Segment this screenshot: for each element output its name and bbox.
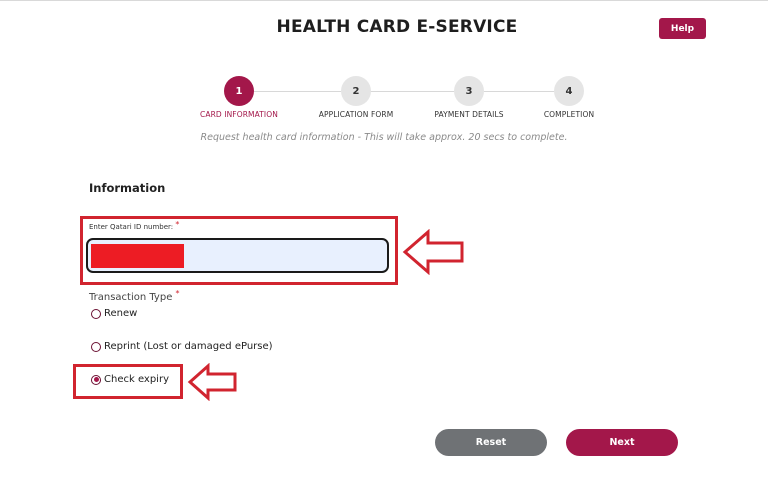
reset-button[interactable]: Reset: [435, 429, 547, 456]
step-3-circle: 3: [454, 76, 484, 106]
next-button[interactable]: Next: [566, 429, 678, 456]
radio-circle[interactable]: [91, 308, 101, 319]
step-1-circle: 1: [224, 76, 254, 106]
transaction-type-label: Transaction Type *: [89, 289, 180, 303]
step-2-label: APPLICATION FORM: [318, 110, 394, 119]
step-3-label: PAYMENT DETAILS: [434, 110, 504, 119]
step-connector: [484, 91, 554, 92]
radio-renew[interactable]: Renew: [91, 308, 137, 319]
radio-circle[interactable]: [91, 341, 101, 352]
page-title: HEALTH CARD E-SERVICE: [276, 17, 518, 37]
radio-label: Reprint (Lost or damaged ePurse): [104, 341, 273, 352]
radio-dot: [93, 377, 99, 382]
step-hint: Request health card information - This w…: [200, 132, 568, 143]
annotation-arrow-icon: [402, 229, 464, 275]
step-connector: [254, 91, 341, 92]
required-mark: *: [175, 289, 180, 298]
radio-label: Check expiry: [104, 374, 169, 385]
radio-check-expiry[interactable]: Check expiry: [91, 374, 169, 385]
step-1-label: CARD INFORMATION: [200, 110, 278, 119]
radio-circle-selected[interactable]: [91, 374, 101, 385]
step-4-label: COMPLETION: [543, 110, 595, 119]
radio-reprint[interactable]: Reprint (Lost or damaged ePurse): [91, 341, 273, 352]
annotation-arrow-icon: [187, 363, 237, 401]
step-connector: [370, 91, 454, 92]
help-button[interactable]: Help: [659, 18, 706, 39]
redaction-block: [91, 244, 184, 268]
step-2-circle: 2: [341, 76, 371, 106]
top-border: [0, 0, 768, 1]
id-field-label: Enter Qatari ID number: *: [89, 220, 180, 231]
step-4-circle: 4: [554, 76, 584, 106]
required-mark: *: [175, 220, 180, 229]
section-title: Information: [89, 181, 166, 195]
radio-label: Renew: [104, 308, 138, 319]
